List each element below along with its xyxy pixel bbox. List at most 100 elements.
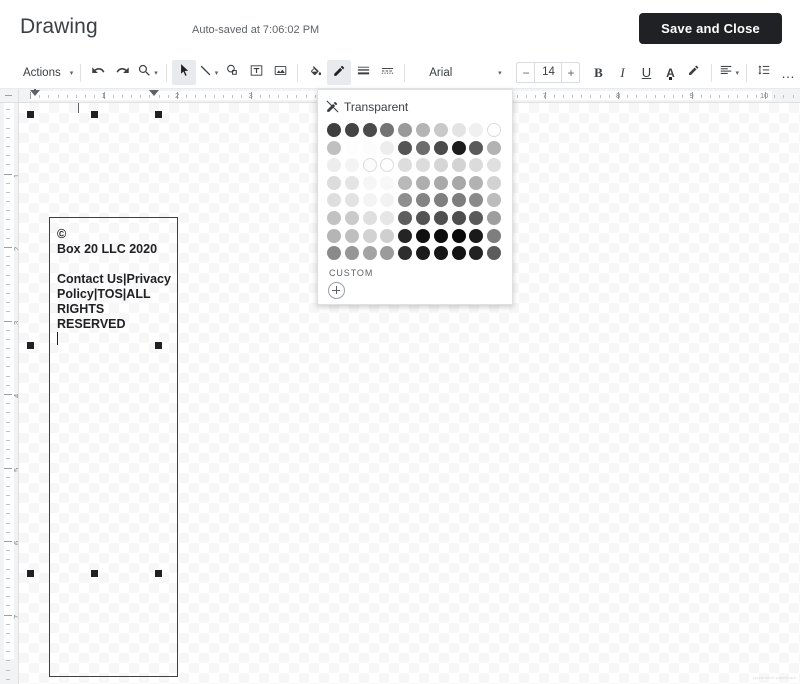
color-swatch[interactable] <box>469 246 484 261</box>
color-swatch[interactable] <box>433 246 448 261</box>
line-weight-button[interactable] <box>351 60 375 85</box>
chevron-down-icon[interactable]: ▾ <box>493 62 506 83</box>
underline-button[interactable]: U <box>634 60 658 85</box>
color-swatch[interactable] <box>380 123 395 137</box>
zoom-button[interactable]: ▾ <box>134 60 161 85</box>
color-swatch[interactable] <box>487 193 502 208</box>
color-swatch[interactable] <box>451 140 466 155</box>
color-swatch[interactable] <box>398 158 413 173</box>
color-swatch[interactable] <box>487 175 502 190</box>
color-swatch[interactable] <box>398 211 413 225</box>
color-swatch[interactable] <box>398 123 413 137</box>
color-swatch[interactable] <box>398 140 413 155</box>
color-swatch[interactable] <box>344 228 359 243</box>
color-swatch[interactable] <box>469 123 484 137</box>
color-swatch[interactable] <box>327 246 341 261</box>
color-swatch[interactable] <box>380 158 395 173</box>
color-swatch[interactable] <box>362 140 377 155</box>
color-swatch[interactable] <box>344 193 359 208</box>
highlight-color-button[interactable] <box>682 60 706 85</box>
vertical-ruler[interactable]: 1 2 3 4 5 6 7 <box>0 89 19 684</box>
color-swatch[interactable] <box>416 193 430 208</box>
color-swatch[interactable] <box>469 175 484 190</box>
color-swatch[interactable] <box>344 140 359 155</box>
color-swatch[interactable] <box>344 175 359 190</box>
selection-handle-s[interactable] <box>90 569 99 578</box>
color-swatch[interactable] <box>380 175 395 190</box>
color-swatch[interactable] <box>433 158 448 173</box>
color-swatch[interactable] <box>469 211 484 225</box>
color-swatch[interactable] <box>362 123 377 137</box>
indent-marker-right[interactable] <box>149 90 159 96</box>
color-swatch[interactable] <box>344 246 359 261</box>
selection-handle-sw[interactable] <box>26 569 35 578</box>
selection-handle-n[interactable] <box>90 110 99 119</box>
color-swatch[interactable] <box>380 140 395 155</box>
image-tool-button[interactable] <box>268 60 292 85</box>
color-swatch[interactable] <box>469 193 484 208</box>
color-swatch[interactable] <box>344 123 359 137</box>
selection-handle-w[interactable] <box>26 341 35 350</box>
select-tool-button[interactable] <box>171 60 196 85</box>
color-swatch[interactable] <box>416 175 430 190</box>
text-box-content[interactable]: © Box 20 LLC 2020 Contact Us|Privacy Pol… <box>57 227 173 347</box>
text-box-shape[interactable]: © Box 20 LLC 2020 Contact Us|Privacy Pol… <box>49 217 178 677</box>
color-swatch[interactable] <box>344 211 359 225</box>
font-size-decrease-button[interactable]: − <box>517 63 534 82</box>
color-swatch[interactable] <box>327 140 341 155</box>
color-swatch[interactable] <box>416 140 430 155</box>
color-swatch[interactable] <box>416 246 430 261</box>
redo-button[interactable] <box>110 60 134 85</box>
selection-handle-e[interactable] <box>154 341 163 350</box>
color-swatch[interactable] <box>433 211 448 225</box>
color-swatch[interactable] <box>380 246 395 261</box>
color-swatch[interactable] <box>487 228 502 243</box>
color-swatch[interactable] <box>469 228 484 243</box>
undo-button[interactable] <box>86 60 110 85</box>
color-swatch[interactable] <box>398 193 413 208</box>
color-swatch[interactable] <box>487 140 502 155</box>
color-swatch[interactable] <box>451 175 466 190</box>
color-swatch[interactable] <box>398 228 413 243</box>
color-swatch[interactable] <box>398 175 413 190</box>
color-swatch[interactable] <box>416 228 430 243</box>
more-options-button[interactable]: … <box>776 60 800 85</box>
text-color-button[interactable]: A <box>658 60 682 85</box>
color-swatch[interactable] <box>487 211 502 225</box>
line-color-button[interactable] <box>327 60 352 85</box>
color-swatch[interactable] <box>416 123 430 137</box>
color-swatch[interactable] <box>433 228 448 243</box>
color-swatch[interactable] <box>344 158 359 173</box>
color-swatch[interactable] <box>327 175 341 190</box>
color-swatch[interactable] <box>327 158 341 173</box>
color-swatch[interactable] <box>380 228 395 243</box>
font-family-select[interactable]: Arial <box>424 62 493 83</box>
color-swatch[interactable] <box>327 123 341 137</box>
color-swatch[interactable] <box>433 175 448 190</box>
color-swatch[interactable] <box>416 158 430 173</box>
color-swatch[interactable] <box>362 158 377 173</box>
font-size-input[interactable]: 14 <box>534 63 563 82</box>
color-swatch[interactable] <box>327 193 341 208</box>
color-swatch[interactable] <box>398 246 413 261</box>
color-swatch[interactable] <box>362 228 377 243</box>
color-swatch[interactable] <box>433 140 448 155</box>
selection-handle-se[interactable] <box>154 569 163 578</box>
color-swatch[interactable] <box>451 158 466 173</box>
color-swatch[interactable] <box>362 246 377 261</box>
color-swatch[interactable] <box>433 193 448 208</box>
color-swatch[interactable] <box>362 175 377 190</box>
color-swatch[interactable] <box>487 123 502 137</box>
color-swatch[interactable] <box>451 211 466 225</box>
selection-handle-ne[interactable] <box>154 110 163 119</box>
color-swatch[interactable] <box>380 193 395 208</box>
color-swatch[interactable] <box>327 228 341 243</box>
shape-tool-button[interactable] <box>220 60 244 85</box>
color-swatch[interactable] <box>487 158 502 173</box>
font-size-increase-button[interactable]: + <box>562 63 579 82</box>
color-swatch[interactable] <box>451 246 466 261</box>
color-swatch[interactable] <box>327 211 341 225</box>
color-swatch[interactable] <box>487 246 502 261</box>
plus-circle-icon[interactable] <box>328 282 345 299</box>
color-swatch[interactable] <box>469 158 484 173</box>
